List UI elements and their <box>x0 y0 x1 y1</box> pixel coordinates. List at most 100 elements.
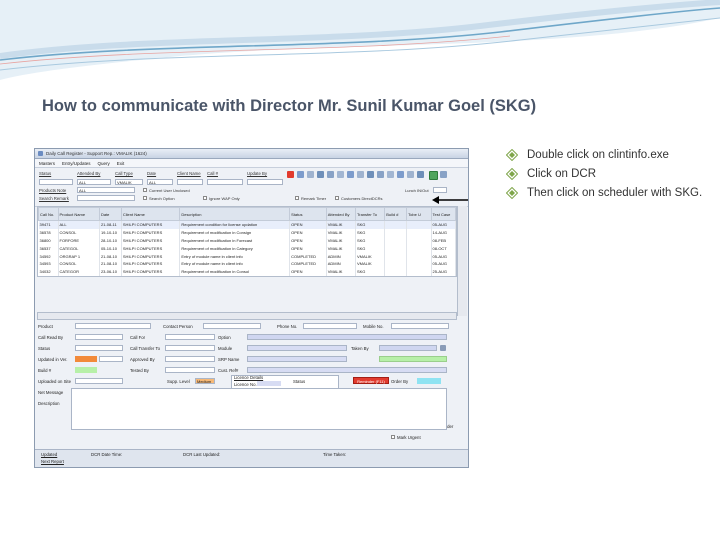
status-field[interactable] <box>75 345 123 351</box>
remark-timer-checkbox[interactable] <box>295 196 299 200</box>
product-field[interactable] <box>75 323 151 329</box>
instruction-text: Double click on clintinfo.exe <box>527 149 669 161</box>
uploaded-field[interactable] <box>75 378 123 384</box>
attended-by-filter[interactable]: ALL <box>77 179 111 185</box>
table-row[interactable]: 36578 CONSOL 19-10-10 SHILPI COMPUTERS Requi… <box>38 228 457 237</box>
refresh-icon[interactable] <box>297 171 304 178</box>
client-name-filter[interactable] <box>177 179 203 185</box>
calendar-icon[interactable] <box>347 171 354 178</box>
licence-no-field[interactable] <box>257 381 281 386</box>
grid-column-header[interactable]: Test Case <box>430 207 457 221</box>
call-transfer-field[interactable] <box>165 345 215 351</box>
table-row[interactable]: 39471 ALL 21-08-11 SHILPI COMPUTERS Requirem… <box>38 220 457 229</box>
table-row[interactable]: 34032 CATEGOR 23-06-10 SHILPI COMPUTERS Requ… <box>38 267 457 276</box>
table-row[interactable]: 36800 FORFORE 28-10-10 SHILPI COMPUTERS Requ… <box>38 236 457 245</box>
update-by-filter[interactable] <box>247 179 283 185</box>
search-remark-field[interactable] <box>77 195 135 201</box>
mark-urgent-checkbox[interactable] <box>391 435 395 439</box>
srp-name-field[interactable] <box>247 356 347 362</box>
table-row[interactable]: 36537 CATEGOL 05-10-10 SHILPI COMPUTERS Requ… <box>38 244 457 253</box>
scheduler-button[interactable] <box>429 171 438 180</box>
grid-column-header[interactable]: Call No. <box>38 207 59 221</box>
phone-field[interactable] <box>303 323 357 329</box>
grid-column-header[interactable]: Build # <box>384 207 408 221</box>
info-icon[interactable] <box>440 171 447 178</box>
cust-ref-field[interactable] <box>247 367 447 373</box>
products-note-field[interactable]: ALL <box>77 187 135 193</box>
instruction-item: Then click on scheduler with SKG. <box>506 186 706 200</box>
grid-column-header[interactable]: Status <box>289 207 327 221</box>
back-icon[interactable] <box>397 171 404 178</box>
grid-horizontal-scrollbar[interactable] <box>37 312 457 320</box>
menu-entry-updates[interactable]: Entry/Updates <box>62 161 91 166</box>
grid-column-header[interactable]: Date <box>98 207 122 221</box>
updated-in-ver-field[interactable] <box>75 356 97 362</box>
current-user-checkbox[interactable] <box>143 188 147 192</box>
print-icon[interactable] <box>307 171 314 178</box>
table-cell: 14-AUG <box>431 228 457 237</box>
updated-in-ver-field-2[interactable] <box>99 356 123 362</box>
grid-column-header[interactable]: Product Name <box>57 207 100 221</box>
search-option-checkbox[interactable] <box>143 196 147 200</box>
table-cell: 34592 <box>38 252 59 260</box>
grid-vertical-scrollbar[interactable] <box>457 206 467 316</box>
footer-dcr-date: DCR Date Time: <box>91 452 123 457</box>
table-cell: SHILPI COMPUTERS <box>121 228 181 237</box>
contact-person-field[interactable] <box>203 323 261 329</box>
build-field[interactable] <box>75 367 97 373</box>
notes-icon[interactable] <box>387 171 394 178</box>
table-row[interactable]: 34593 CONSOL 21-08-10 SHILPI COMPUTERS Entry… <box>38 259 457 268</box>
order-by-field[interactable] <box>417 378 441 384</box>
table-cell: 36800 <box>38 236 59 245</box>
current-user-label: Current User Unclosed <box>149 188 190 193</box>
supp-level-field[interactable]: Medium <box>195 378 215 384</box>
module-field[interactable] <box>247 345 347 351</box>
export-icon[interactable] <box>337 171 344 178</box>
ignore-wap-checkbox[interactable] <box>203 196 207 200</box>
call-no-filter[interactable] <box>207 179 243 185</box>
filter-icon[interactable] <box>327 171 334 178</box>
search-icon[interactable] <box>317 171 324 178</box>
taken-by-field[interactable] <box>379 345 437 351</box>
customers-direct-checkbox[interactable] <box>335 196 339 200</box>
lookup-icon[interactable] <box>440 345 446 351</box>
option-label: Option <box>218 335 231 340</box>
grid-column-header[interactable]: Tobe U <box>406 207 432 221</box>
description-memo[interactable] <box>71 388 447 430</box>
status-filter[interactable] <box>39 179 73 185</box>
contact-person-label: Contact Person <box>163 324 193 329</box>
call-for-field[interactable] <box>165 334 215 340</box>
date-filter[interactable]: ALL <box>147 179 173 185</box>
call-type-filter[interactable]: VMALIK <box>115 179 143 185</box>
table-cell: FORFORE <box>58 236 100 245</box>
grid-column-header[interactable]: Attended By <box>325 207 356 221</box>
user-icon[interactable] <box>367 171 374 178</box>
settings-icon[interactable] <box>377 171 384 178</box>
licence-no-label: Licence No. <box>234 382 257 387</box>
approved-by-field[interactable] <box>165 356 215 362</box>
table-cell: 28-10-10 <box>99 236 122 245</box>
forward-icon[interactable] <box>407 171 414 178</box>
menu-exit[interactable]: Exit <box>117 161 125 166</box>
approved-by-label: Approved By <box>130 357 155 362</box>
mobile-field[interactable] <box>391 323 449 329</box>
call-read-by-field[interactable] <box>75 334 123 340</box>
table-cell: 21-08-11 <box>99 220 122 229</box>
mail-icon[interactable] <box>357 171 364 178</box>
table-row[interactable]: 34592 ORGRAP 1 21-08-10 SHILPI COMPUTERS Ent… <box>38 252 457 260</box>
lunch-field[interactable] <box>433 187 447 193</box>
help-icon[interactable] <box>417 171 424 178</box>
table-cell <box>384 244 408 253</box>
grid-column-header[interactable]: Description <box>179 207 291 221</box>
option-field[interactable] <box>247 334 447 340</box>
close-icon[interactable] <box>287 171 294 178</box>
reminder-button[interactable]: Reminder (F11) <box>353 377 389 384</box>
menu-query[interactable]: Query <box>98 161 110 166</box>
menu-masters[interactable]: Masters <box>39 161 55 166</box>
table-cell: SKG <box>355 228 386 237</box>
grid-column-header[interactable]: Transfer To <box>354 207 386 221</box>
instruction-text: Click on DCR <box>527 168 597 180</box>
grid-column-header[interactable]: Client Name <box>120 207 181 221</box>
tested-by-field[interactable] <box>165 367 215 373</box>
table-cell: 05-AUG <box>431 220 457 229</box>
